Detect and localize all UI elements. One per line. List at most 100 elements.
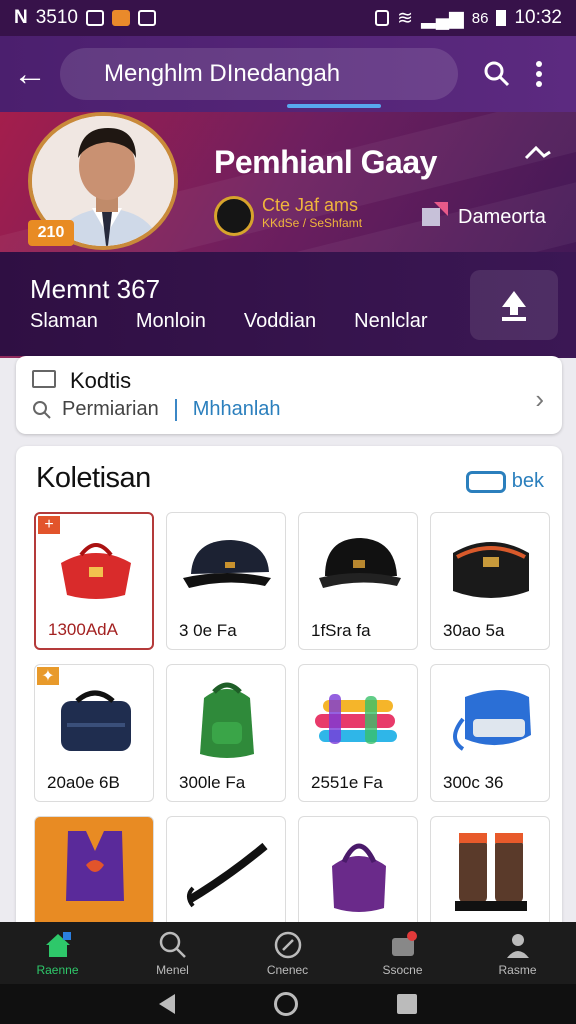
club-subtitle: KKdSe / SeShfamt — [262, 216, 363, 230]
search-card[interactable]: Kodtis Permiarian Mhhanlah › — [16, 356, 562, 434]
item-price: 2551e Fa — [311, 773, 383, 792]
profile-icon — [506, 933, 529, 958]
wifi-icon: ≋ — [397, 7, 414, 29]
search-card-title: Kodtis — [70, 368, 132, 393]
nav-home-label: Raenne — [36, 962, 79, 977]
bottom-nav: Raenne Menel Cnenec Ssocne Rasme — [0, 922, 576, 984]
player-name: Pemhianl Gaay — [214, 144, 437, 180]
purple-vest-icon — [35, 817, 153, 925]
collection-item[interactable]: 300c 36 — [430, 664, 550, 802]
folder-icon — [32, 370, 56, 388]
stats-tabs: Slaman Monloin Voddian Nenlclar — [30, 310, 428, 333]
system-nav-bar — [0, 984, 576, 1024]
nfc-icon — [375, 10, 390, 26]
notification-icon — [86, 10, 105, 26]
collection-item[interactable]: 1fSra fa — [298, 512, 418, 650]
battery-icon — [496, 10, 507, 26]
black-cap-icon — [167, 513, 285, 621]
system-back-icon[interactable] — [159, 994, 176, 1014]
status-time: 10:32 — [514, 7, 562, 28]
club-name: Cte Jaf ams — [262, 195, 359, 215]
image-notification-icon — [138, 10, 157, 26]
app-notification-icon — [112, 10, 131, 26]
search-icon — [159, 931, 186, 958]
collection-item[interactable]: + 1300AdA — [34, 512, 154, 650]
item-price: 300c 36 — [443, 773, 504, 792]
black-bag-icon — [431, 513, 549, 621]
system-home-icon[interactable] — [273, 992, 298, 1016]
nav-home[interactable]: Raenne — [0, 922, 115, 984]
more-options-icon[interactable] — [524, 36, 554, 112]
collection-item[interactable] — [430, 816, 550, 936]
tab-indicator — [287, 104, 381, 108]
nav-explore-label: Cnenec — [266, 962, 309, 977]
boots-icon — [431, 817, 549, 925]
page-title: Menghlm DInedangah — [60, 48, 458, 100]
search-link[interactable]: Mhhanlah — [193, 398, 281, 421]
collection-title: Koletisan — [36, 462, 151, 494]
nav-search[interactable]: Menel — [115, 922, 230, 984]
collection-panel: Koletisan bek + 1300AdA 3 0e Fa 1fSra fa — [16, 446, 562, 936]
collection-item[interactable]: 2551e Fa — [298, 664, 418, 802]
chevron-up-icon[interactable] — [522, 142, 554, 164]
home-icon — [45, 931, 71, 957]
share-icon — [502, 291, 526, 321]
sim-icon: N — [14, 7, 28, 28]
inbox-icon — [391, 930, 417, 956]
item-price: 1fSra fa — [311, 621, 371, 640]
item-price: 20a0e 6B — [47, 773, 120, 792]
item-price: 1300AdA — [48, 620, 118, 639]
collection-item[interactable]: 3 0e Fa — [166, 512, 286, 650]
search-icon — [33, 400, 51, 419]
status-left-text: 3510 — [35, 7, 79, 28]
collection-more-label: bek — [511, 470, 544, 492]
collection-item[interactable]: 300le Fa — [166, 664, 286, 802]
collection-item[interactable] — [298, 816, 418, 936]
item-price: 30ao 5a — [443, 621, 505, 640]
search-input[interactable]: Permiarian — [62, 398, 159, 421]
nav-profile[interactable]: Rasme — [460, 922, 575, 984]
location-label: Dameorta — [458, 206, 546, 228]
nav-inbox-label: Ssocne — [382, 962, 423, 977]
system-recents-icon[interactable] — [396, 994, 417, 1014]
location-icon — [420, 200, 450, 230]
nav-search-label: Menel — [156, 962, 189, 977]
collection-item[interactable] — [166, 816, 286, 936]
red-bag-icon — [36, 514, 152, 622]
black-cap-icon — [299, 513, 417, 621]
collection-item[interactable] — [34, 816, 154, 936]
green-backpack-icon — [167, 665, 285, 773]
tab-nenlclar[interactable]: Nenlclar — [354, 310, 427, 333]
app-bar: ← Menghlm DInedangah — [0, 36, 576, 112]
purple-bag-icon — [299, 817, 417, 925]
level-badge: 210 — [28, 220, 74, 246]
compass-icon — [274, 931, 301, 958]
collection-more-button[interactable]: bek — [465, 470, 544, 493]
grid-view-icon — [465, 470, 506, 493]
stats-title: Memnt 367 — [30, 274, 161, 304]
battery-percent: 86 — [471, 9, 489, 27]
black-strap-icon — [167, 817, 285, 925]
tab-monloin[interactable]: Monloin — [136, 310, 206, 333]
tab-voddian[interactable]: Voddian — [244, 310, 316, 333]
navy-duffel-icon — [35, 665, 153, 773]
tab-slaman[interactable]: Slaman — [30, 310, 98, 333]
nav-profile-label: Rasme — [498, 962, 537, 977]
back-arrow-icon[interactable]: ← — [0, 36, 60, 112]
share-button[interactable] — [470, 270, 558, 340]
chevron-right-icon[interactable]: › — [535, 384, 544, 415]
item-price: 300le Fa — [179, 773, 246, 792]
search-icon[interactable] — [470, 36, 524, 112]
club-logo-icon — [214, 196, 254, 236]
status-bar: N 3510 ≋ ▂▄▆ 86 10:32 — [0, 0, 576, 36]
collection-item[interactable]: 30ao 5a — [430, 512, 550, 650]
blue-case-icon — [431, 665, 549, 773]
divider — [174, 398, 177, 421]
nav-inbox[interactable]: Ssocne — [345, 922, 460, 984]
nav-explore[interactable]: Cnenec — [230, 922, 345, 984]
signal-icon: ▂▄▆ — [421, 7, 464, 29]
collection-item[interactable]: ✦ 20a0e 6B — [34, 664, 154, 802]
collection-grid: + 1300AdA 3 0e Fa 1fSra fa 30ao 5a ✦ 20a… — [34, 512, 550, 936]
colorful-toy-icon — [299, 665, 417, 773]
item-price: 3 0e Fa — [179, 621, 237, 640]
